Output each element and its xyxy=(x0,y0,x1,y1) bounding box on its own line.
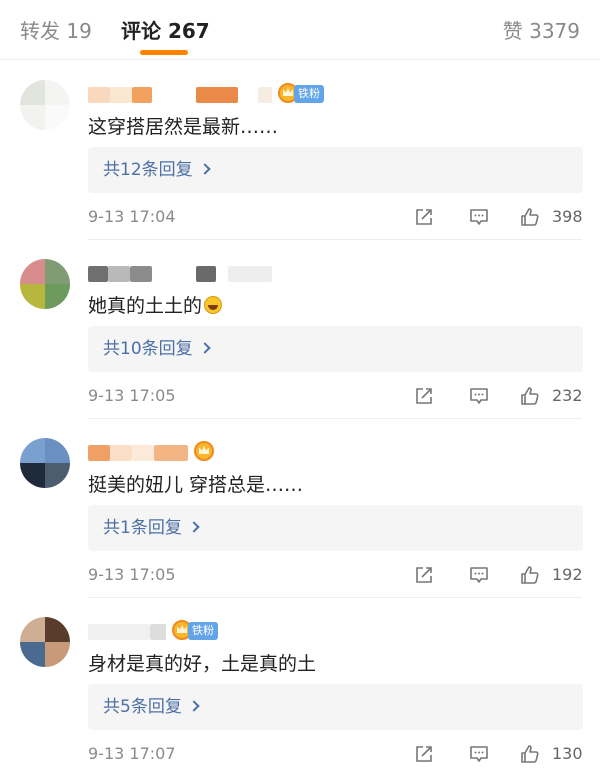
avatar[interactable] xyxy=(20,438,70,488)
like-icon[interactable] xyxy=(520,207,540,227)
replies-label: 共12条回复 xyxy=(103,160,193,180)
laughing-tears-emoji xyxy=(204,296,223,314)
comment-item: 铁粉 身材是真的好，土是真的土 共5条回复 9-13 17:07 130 xyxy=(0,598,600,776)
share-icon[interactable] xyxy=(414,744,434,764)
tab-repost[interactable]: 转发 19 xyxy=(20,16,92,46)
comment-icon[interactable] xyxy=(469,744,489,764)
username-blurred[interactable] xyxy=(88,441,348,463)
comment-text: 这穿搭居然是最新…… xyxy=(88,116,279,138)
crown-icon xyxy=(194,441,214,461)
tab-likes[interactable]: 赞 3379 xyxy=(503,16,580,46)
like-icon[interactable] xyxy=(520,744,540,764)
fan-badge: 铁粉 xyxy=(294,85,324,103)
comment-meta: 9-13 17:07 130 xyxy=(88,743,583,765)
comment-icon[interactable] xyxy=(469,207,489,227)
comment-icon[interactable] xyxy=(469,565,489,585)
avatar[interactable] xyxy=(20,617,70,667)
comment-text: 她真的土土的 xyxy=(88,292,223,320)
username-blurred[interactable]: 铁粉 xyxy=(88,620,348,642)
like-icon[interactable] xyxy=(520,386,540,406)
fan-badge: 铁粉 xyxy=(188,622,218,640)
timestamp: 9-13 17:07 xyxy=(88,744,176,763)
comment-item: 挺美的妞儿 穿搭总是…… 共1条回复 9-13 17:05 192 xyxy=(0,419,600,598)
comment-icon[interactable] xyxy=(469,386,489,406)
share-icon[interactable] xyxy=(414,565,434,585)
tab-comments[interactable]: 评论 267 xyxy=(121,16,210,46)
chevron-right-icon xyxy=(198,342,211,354)
chevron-right-icon xyxy=(188,700,200,712)
comment-text-content: 她真的土土的 xyxy=(88,295,203,317)
comment-tabs: 转发 19 评论 267 赞 3379 xyxy=(0,0,600,60)
comment-meta: 9-13 17:05 232 xyxy=(88,385,583,407)
like-icon[interactable] xyxy=(520,565,540,585)
comment-meta: 9-13 17:04 398 xyxy=(88,206,583,228)
replies-label: 共10条回复 xyxy=(103,339,193,359)
timestamp: 9-13 17:05 xyxy=(88,565,176,584)
comment-text: 身材是真的好，土是真的土 xyxy=(88,653,317,675)
share-icon[interactable] xyxy=(414,386,434,406)
avatar[interactable] xyxy=(20,259,70,309)
replies-button[interactable]: 共12条回复 xyxy=(88,147,583,193)
avatar[interactable] xyxy=(20,80,70,130)
like-count: 192 xyxy=(552,565,583,584)
share-icon[interactable] xyxy=(414,207,434,227)
comment-text: 挺美的妞儿 穿搭总是…… xyxy=(88,474,304,496)
comment-item: 铁粉 这穿搭居然是最新…… 共12条回复 9-13 17:04 398 xyxy=(0,61,600,240)
username-blurred[interactable] xyxy=(88,262,348,284)
timestamp: 9-13 17:05 xyxy=(88,386,176,405)
like-count: 130 xyxy=(552,744,583,763)
chevron-right-icon xyxy=(188,521,200,533)
replies-label: 共5条回复 xyxy=(103,697,182,717)
username-blurred[interactable]: 铁粉 xyxy=(88,83,348,105)
like-count: 398 xyxy=(552,207,583,226)
replies-button[interactable]: 共10条回复 xyxy=(88,326,583,372)
replies-button[interactable]: 共5条回复 xyxy=(88,684,583,730)
active-tab-indicator xyxy=(140,50,188,55)
timestamp: 9-13 17:04 xyxy=(88,207,176,226)
replies-button[interactable]: 共1条回复 xyxy=(88,505,583,551)
replies-label: 共1条回复 xyxy=(103,518,182,538)
comment-meta: 9-13 17:05 192 xyxy=(88,564,583,586)
like-count: 232 xyxy=(552,386,583,405)
comment-item: 她真的土土的 共10条回复 9-13 17:05 232 xyxy=(0,240,600,419)
chevron-right-icon xyxy=(198,163,211,175)
